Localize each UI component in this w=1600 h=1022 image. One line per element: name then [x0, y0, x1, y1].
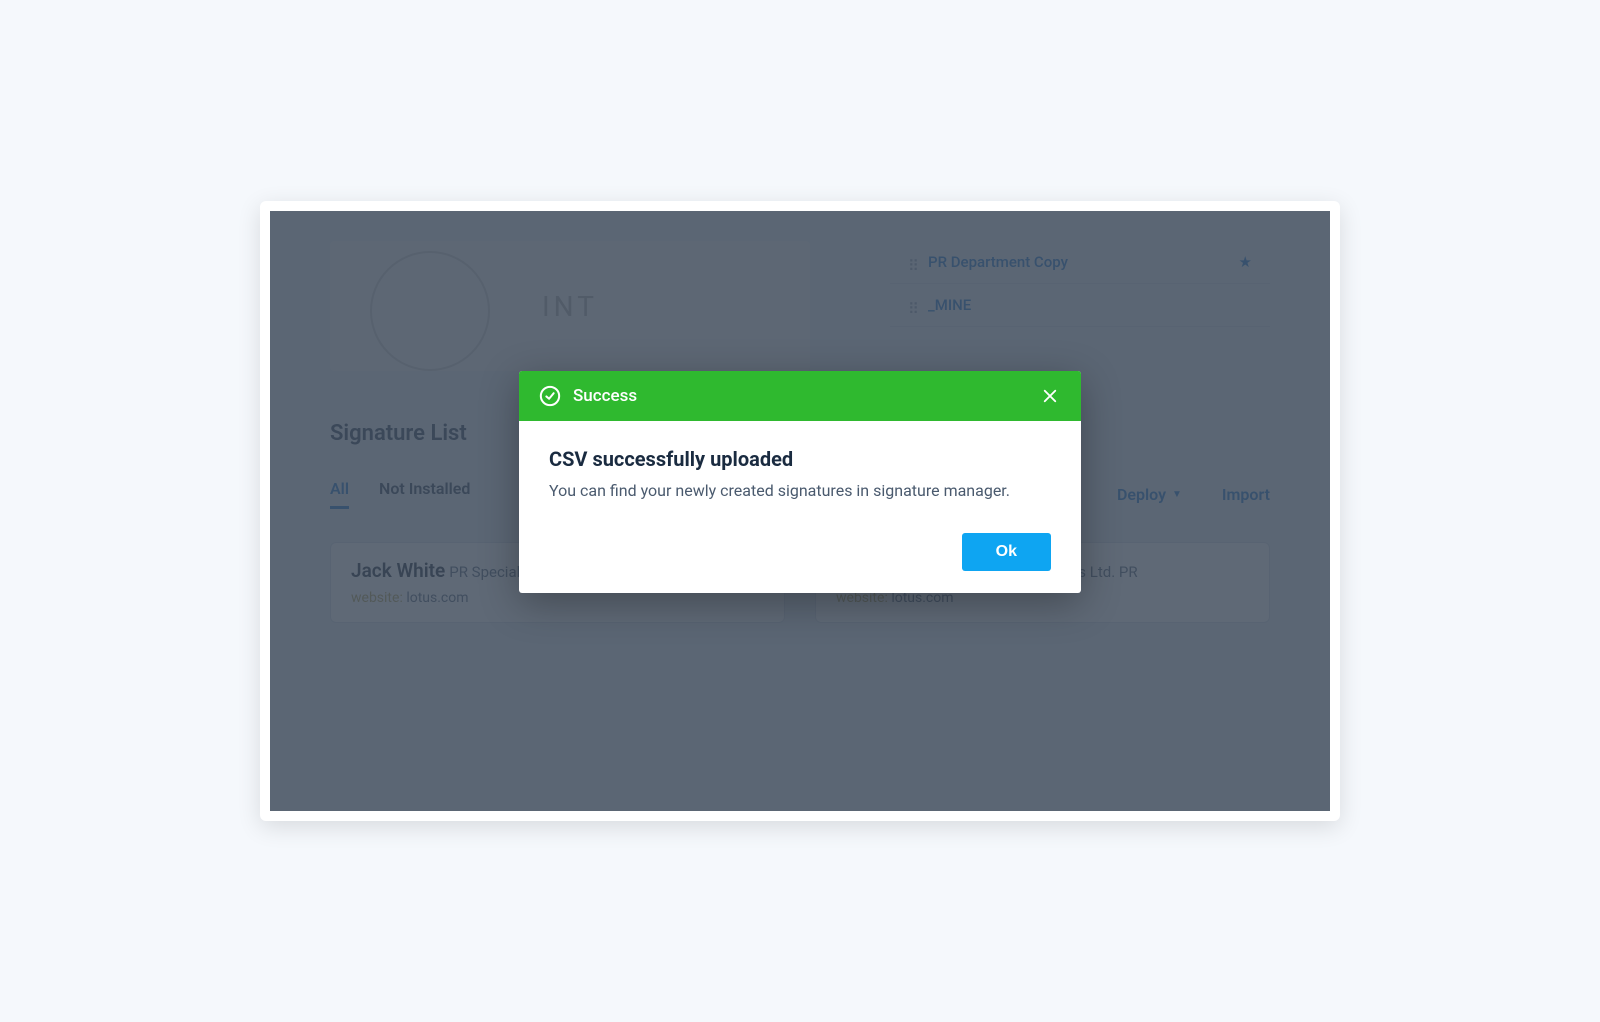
app-viewport: INT ⠿ PR Department Copy ★ ⠿ _MINE Signa… — [270, 211, 1330, 811]
check-circle-icon — [539, 385, 561, 407]
modal-text: You can find your newly created signatur… — [549, 479, 1051, 503]
modal-header-label: Success — [573, 386, 637, 406]
close-button[interactable] — [1039, 385, 1061, 407]
close-icon — [1041, 387, 1059, 405]
app-frame: INT ⠿ PR Department Copy ★ ⠿ _MINE Signa… — [260, 201, 1340, 821]
modal-footer: Ok — [549, 533, 1051, 571]
success-modal: Success CSV successfully uploaded You ca… — [519, 371, 1081, 593]
modal-title: CSV successfully uploaded — [549, 447, 1051, 471]
modal-body: CSV successfully uploaded You can find y… — [519, 421, 1081, 593]
modal-header: Success — [519, 371, 1081, 421]
ok-button[interactable]: Ok — [962, 533, 1051, 571]
